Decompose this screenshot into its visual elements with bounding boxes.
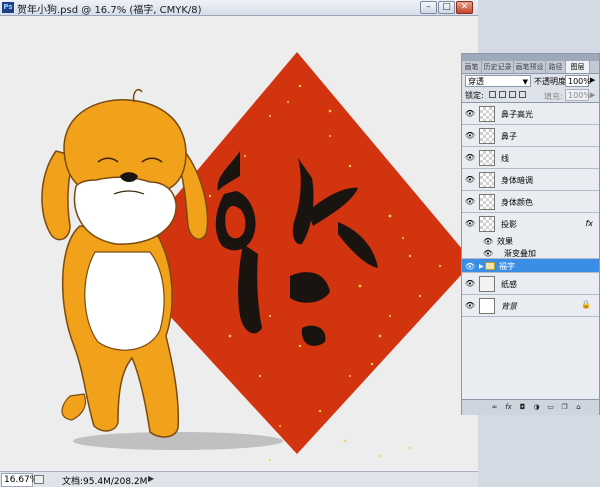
layer-row[interactable]: 👁 纸感 (462, 273, 599, 295)
layer-name: 投影 (501, 220, 517, 229)
minimize-button[interactable]: – (420, 1, 437, 14)
eye-icon[interactable]: 👁 (464, 175, 476, 184)
effects-row[interactable]: 👁 效果 (462, 235, 599, 247)
opacity-dropdown-icon[interactable]: ▶ (590, 76, 595, 84)
chevron-down-icon: ▼ (522, 78, 528, 86)
eye-icon[interactable]: 👁 (464, 301, 476, 310)
expand-triangle-icon[interactable]: ▶ (479, 263, 484, 270)
workspace-background (478, 0, 600, 53)
new-layer-icon[interactable]: ❐ (560, 403, 569, 412)
fill-dropdown-icon[interactable]: ▶ (590, 91, 595, 99)
lock-all-icon[interactable] (519, 91, 526, 98)
layer-row[interactable]: 👁 鼻子 (462, 125, 599, 147)
tab-brushes[interactable]: 画笔 (462, 61, 482, 73)
effects-label: 效果 (497, 237, 513, 246)
layer-name: 背景 (501, 302, 517, 311)
panel-tabs: 画笔 历史记录 画笔预设 路径 图层 (462, 61, 599, 74)
layer-name: 身体暗调 (501, 176, 533, 185)
layers-list: 👁 鼻子高光 👁 鼻子 👁 线 👁 身体暗调 👁 身体颜色 👁 投影 fx 👁 … (462, 102, 599, 400)
layer-thumbnail (479, 276, 495, 292)
folder-icon (485, 262, 495, 270)
eye-icon[interactable]: 👁 (482, 249, 494, 258)
workspace-background-lower (478, 415, 600, 487)
lock-transparency-icon[interactable] (489, 91, 496, 98)
panel-header-bar[interactable] (462, 54, 599, 61)
layer-row[interactable]: 👁 投影 fx (462, 213, 599, 235)
layer-name: 鼻子高光 (501, 110, 533, 119)
maximize-button[interactable]: □ (438, 1, 455, 14)
document-title: 贺年小狗.psd @ 16.7% (福字, CMYK/8) (17, 5, 202, 16)
layer-name: 身体颜色 (501, 198, 533, 207)
fx-icon[interactable]: fx (585, 219, 593, 228)
eye-icon[interactable]: 👁 (464, 279, 476, 288)
lock-label: 锁定: (465, 91, 484, 100)
status-menu-arrow-icon[interactable]: ▶ (148, 474, 154, 483)
layer-thumbnail (479, 128, 495, 144)
layer-thumbnail (479, 106, 495, 122)
blend-mode-value: 穿透 (468, 77, 484, 86)
layer-name: 线 (501, 154, 509, 163)
effect-item-label: 渐变叠加 (504, 249, 536, 258)
layers-panel: 画笔 历史记录 画笔预设 路径 图层 穿透 ▼ 不透明度: 100% ▶ 锁定:… (461, 53, 600, 415)
layer-thumbnail (479, 172, 495, 188)
tab-brush-presets[interactable]: 画笔预设 (514, 61, 546, 73)
layer-thumbnail (479, 298, 495, 314)
panel-footer: ∞ fx ◘ ◑ ▭ ❐ ⌂ (462, 399, 599, 415)
delete-layer-icon[interactable]: ⌂ (574, 403, 583, 412)
fill-label: 填充: (544, 92, 563, 101)
layer-name: 纸感 (501, 280, 517, 289)
tab-layers[interactable]: 图层 (566, 61, 590, 73)
layer-row[interactable]: 👁 身体暗调 (462, 169, 599, 191)
layer-row-selected[interactable]: 👁 ▶ 福字 (462, 259, 599, 273)
layer-row[interactable]: 👁 身体颜色 (462, 191, 599, 213)
eye-icon[interactable]: 👁 (464, 153, 476, 162)
title-bar[interactable]: Ps 贺年小狗.psd @ 16.7% (福字, CMYK/8) – □ ✕ (0, 0, 478, 16)
document-window: Ps 贺年小狗.psd @ 16.7% (福字, CMYK/8) – □ ✕ 1… (0, 0, 478, 487)
opacity-label: 不透明度: (534, 77, 569, 86)
layer-name: 福字 (499, 262, 515, 271)
opacity-field[interactable]: 100% (565, 75, 591, 87)
lock-icon: 🔒 (581, 300, 591, 309)
blend-mode-select[interactable]: 穿透 ▼ (465, 75, 531, 87)
new-group-icon[interactable]: ▭ (546, 403, 555, 412)
document-size-info: 文档:95.4M/208.2M (62, 477, 148, 487)
tab-paths[interactable]: 路径 (546, 61, 566, 73)
layer-thumbnail (479, 150, 495, 166)
adjustment-layer-icon[interactable]: ◑ (532, 403, 541, 412)
canvas-area[interactable] (0, 16, 478, 471)
artwork (41, 52, 473, 461)
status-bar: 16.67% 文档:95.4M/208.2M ▶ (0, 471, 478, 487)
eye-icon[interactable]: 👁 (482, 237, 494, 246)
layer-thumbnail (479, 216, 495, 232)
lock-image-icon[interactable] (499, 91, 506, 98)
photoshop-icon: Ps (2, 2, 14, 13)
add-mask-icon[interactable]: ◘ (518, 403, 527, 412)
layer-row[interactable]: 👁 背景 🔒 (462, 295, 599, 317)
eye-icon[interactable]: 👁 (464, 131, 476, 140)
lock-position-icon[interactable] (509, 91, 516, 98)
layer-row[interactable]: 👁 鼻子高光 (462, 103, 599, 125)
eye-icon[interactable]: 👁 (464, 197, 476, 206)
eye-icon[interactable]: 👁 (464, 262, 476, 271)
link-layers-icon[interactable]: ∞ (490, 403, 499, 412)
close-button[interactable]: ✕ (456, 1, 473, 14)
dog-shadow (73, 432, 283, 450)
add-style-icon[interactable]: fx (504, 403, 513, 412)
layer-name: 鼻子 (501, 132, 517, 141)
effect-item-row[interactable]: 👁 渐变叠加 (462, 247, 599, 259)
document-status-icon[interactable] (34, 475, 44, 484)
layer-row[interactable]: 👁 线 (462, 147, 599, 169)
fill-field[interactable]: 100% (565, 89, 591, 101)
layer-thumbnail (479, 194, 495, 210)
eye-icon[interactable]: 👁 (464, 109, 476, 118)
zoom-level-field[interactable]: 16.67% (1, 473, 38, 487)
eye-icon[interactable]: 👁 (464, 219, 476, 228)
tab-history[interactable]: 历史记录 (482, 61, 514, 73)
